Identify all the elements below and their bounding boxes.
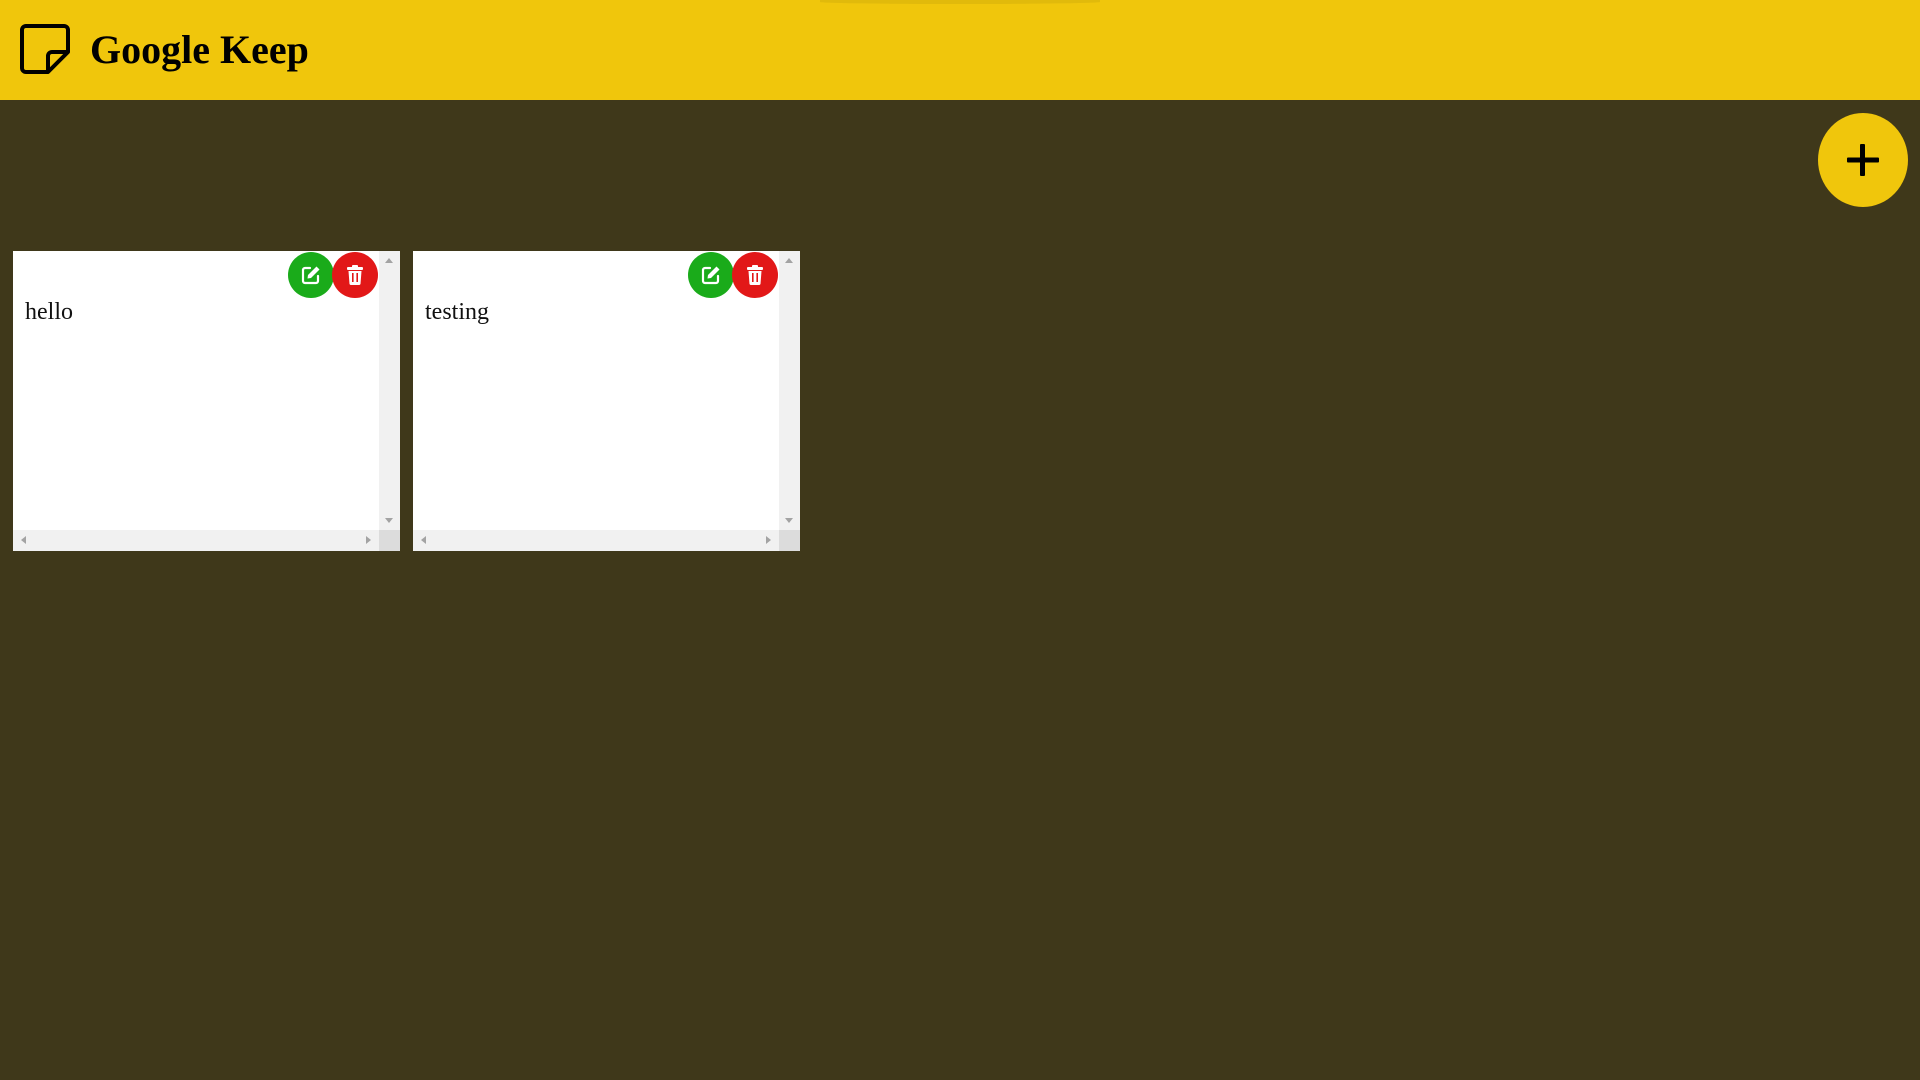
delete-note-button[interactable]	[732, 252, 778, 298]
scroll-down-arrow-icon[interactable]	[785, 518, 793, 523]
trash-icon	[747, 265, 763, 286]
scroll-left-arrow-icon[interactable]	[21, 536, 26, 544]
note-card[interactable]: testing	[413, 251, 800, 551]
edit-icon	[301, 266, 320, 285]
note-text[interactable]: testing	[425, 297, 489, 327]
vertical-scrollbar[interactable]	[379, 251, 400, 530]
edit-note-button[interactable]	[688, 252, 734, 298]
header-shadow	[820, 0, 1100, 4]
add-note-button[interactable]	[1818, 113, 1908, 207]
edit-icon	[701, 266, 720, 285]
delete-note-button[interactable]	[332, 252, 378, 298]
trash-icon	[347, 265, 363, 286]
scroll-right-arrow-icon[interactable]	[766, 536, 771, 544]
app-header: Google Keep	[0, 0, 1920, 100]
plus-icon	[1847, 144, 1879, 176]
scroll-up-arrow-icon[interactable]	[385, 258, 393, 263]
scroll-left-arrow-icon[interactable]	[421, 536, 426, 544]
scroll-up-arrow-icon[interactable]	[785, 258, 793, 263]
vertical-scrollbar[interactable]	[779, 251, 800, 530]
scroll-corner	[379, 530, 400, 551]
app-title: Google Keep	[90, 27, 309, 72]
scroll-down-arrow-icon[interactable]	[385, 518, 393, 523]
note-card[interactable]: hello	[13, 251, 400, 551]
horizontal-scrollbar[interactable]	[413, 530, 779, 551]
scroll-right-arrow-icon[interactable]	[366, 536, 371, 544]
horizontal-scrollbar[interactable]	[13, 530, 379, 551]
sticky-note-icon	[20, 24, 70, 74]
edit-note-button[interactable]	[288, 252, 334, 298]
scroll-corner	[779, 530, 800, 551]
note-text[interactable]: hello	[25, 297, 73, 327]
